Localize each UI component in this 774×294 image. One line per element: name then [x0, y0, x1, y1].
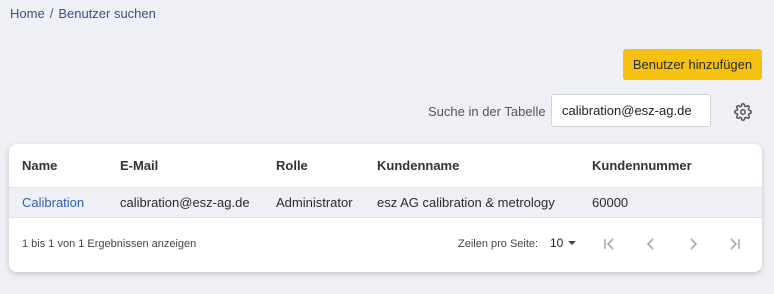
- column-header-customer-number[interactable]: Kundennummer: [592, 158, 692, 173]
- user-name-link[interactable]: Calibration: [22, 195, 84, 210]
- gear-icon[interactable]: [733, 102, 753, 122]
- table-header: Name E-Mail Rolle Kundenname Kundennumme…: [9, 144, 762, 187]
- column-header-role[interactable]: Rolle: [276, 158, 308, 173]
- cell-role: Administrator: [276, 195, 353, 210]
- cell-customer-name: esz AG calibration & metrology: [377, 195, 555, 210]
- user-table-card: Name E-Mail Rolle Kundenname Kundennumme…: [9, 144, 762, 272]
- breadcrumb-current[interactable]: Benutzer suchen: [58, 6, 156, 21]
- last-page-icon[interactable]: [725, 234, 745, 254]
- cell-email: calibration@esz-ag.de: [120, 195, 250, 210]
- breadcrumb: Home / Benutzer suchen: [10, 6, 156, 21]
- table-row[interactable]: Calibration calibration@esz-ag.de Admini…: [9, 187, 762, 218]
- column-header-email[interactable]: E-Mail: [120, 158, 158, 173]
- caret-down-icon: [568, 241, 577, 245]
- rows-per-page-select[interactable]: 10: [550, 236, 577, 250]
- chevron-left-icon[interactable]: [641, 234, 661, 254]
- search-label: Suche in der Tabelle: [428, 104, 546, 119]
- breadcrumb-home[interactable]: Home: [10, 6, 45, 21]
- rows-per-page-value: 10: [550, 236, 564, 250]
- results-summary: 1 bis 1 von 1 Ergebnissen anzeigen: [22, 238, 197, 250]
- breadcrumb-separator: /: [49, 6, 54, 21]
- column-header-name[interactable]: Name: [22, 158, 57, 173]
- cell-customer-number: 60000: [592, 195, 629, 210]
- pagination-bar: 1 bis 1 von 1 Ergebnissen anzeigen Zeile…: [9, 232, 762, 256]
- add-user-button[interactable]: Benutzer hinzufügen: [623, 49, 762, 80]
- column-header-customer-name[interactable]: Kundenname: [377, 158, 459, 173]
- first-page-icon[interactable]: [599, 234, 619, 254]
- chevron-right-icon[interactable]: [683, 234, 703, 254]
- search-input[interactable]: [551, 94, 711, 127]
- rows-per-page-label: Zeilen pro Seite:: [458, 238, 539, 250]
